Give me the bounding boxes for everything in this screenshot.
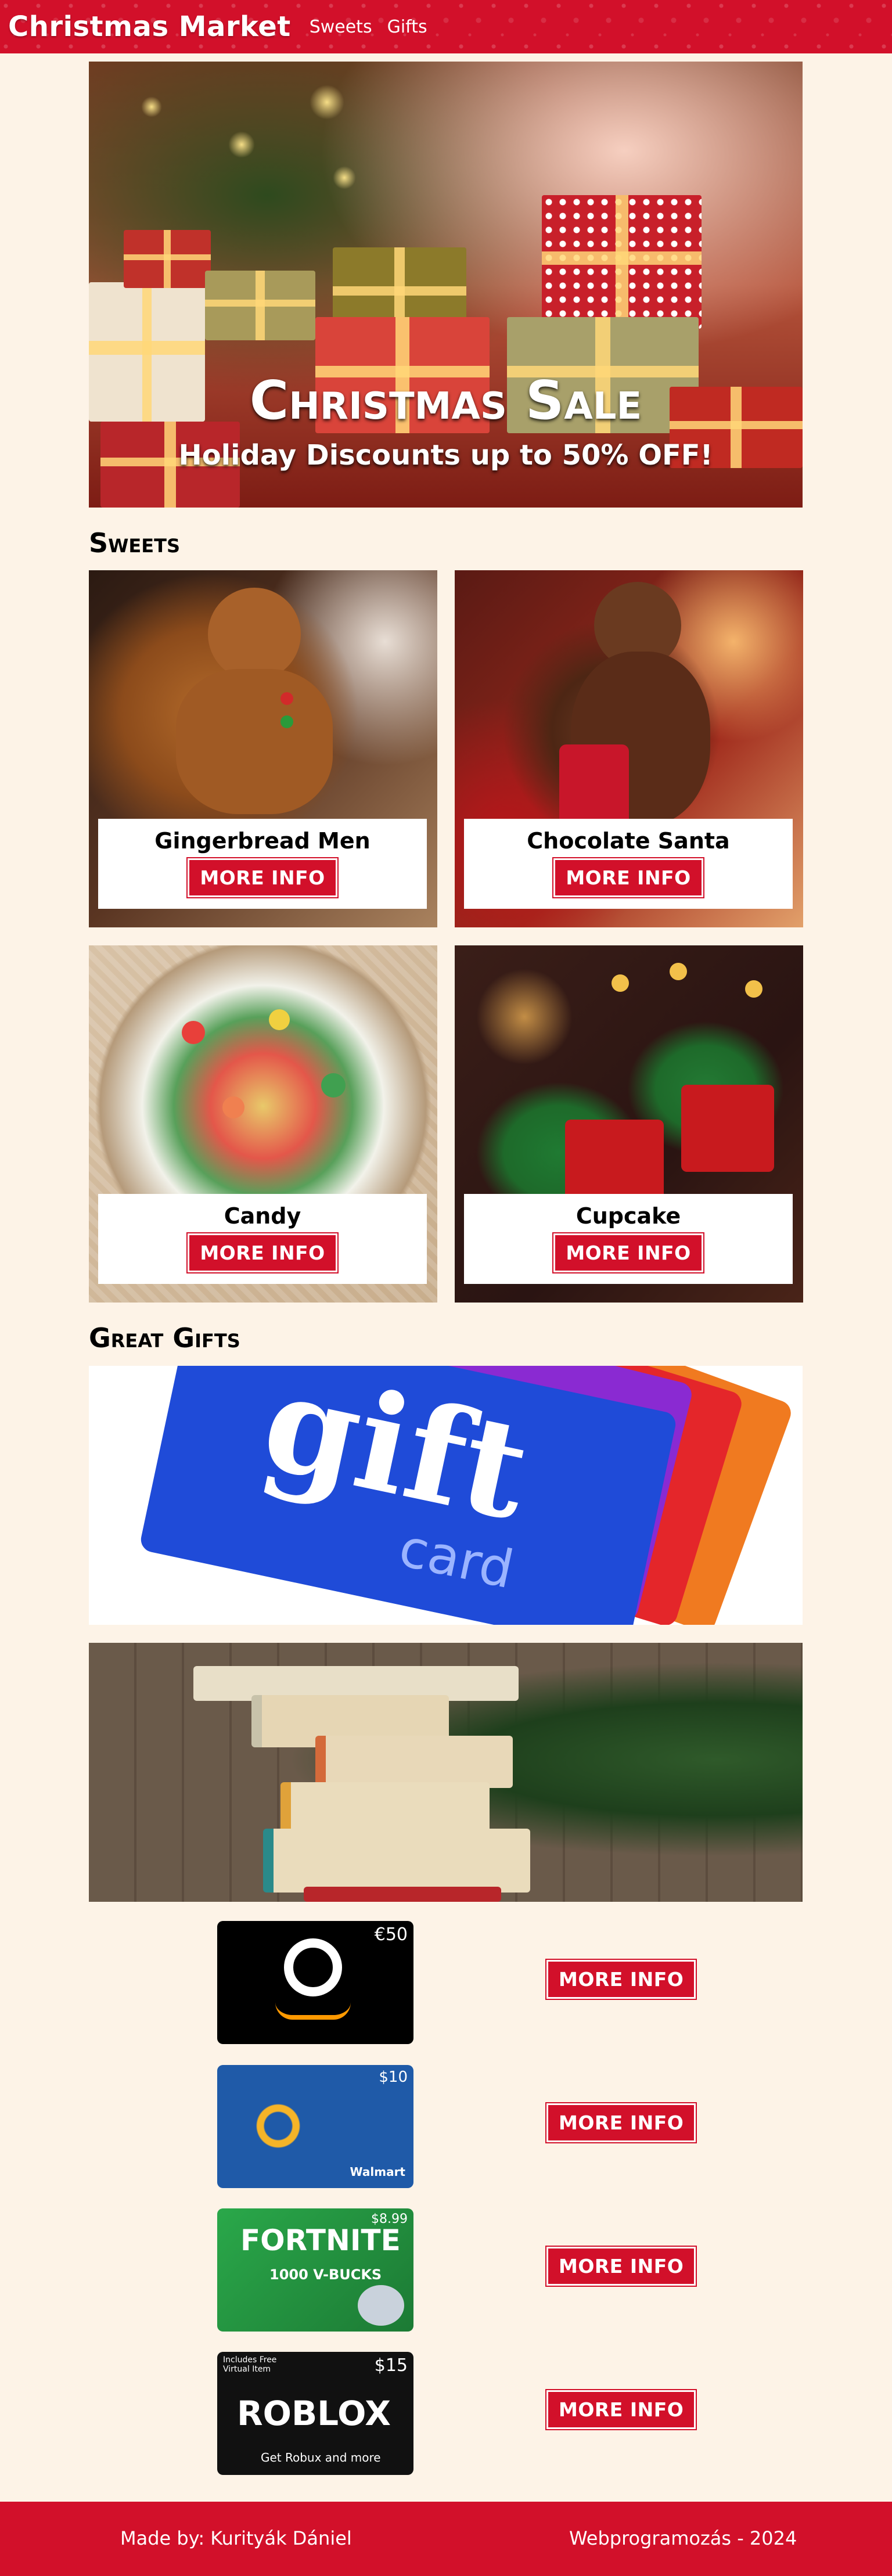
card-price: $10 [379, 2068, 408, 2086]
nav-link-gifts[interactable]: Gifts [387, 17, 427, 37]
star-topper [745, 980, 762, 998]
main-nav: Sweets Gifts [310, 17, 427, 37]
fortnite-gift-card[interactable]: $8.99 FORTNITE 1000 V-BUCKS [217, 2208, 413, 2332]
sweet-card-panel: Candy MORE INFO [98, 1194, 427, 1284]
footer-author: Made by: Kurityák Dániel [120, 2527, 352, 2549]
candy-button [280, 692, 293, 705]
gift-box [542, 195, 702, 329]
light-glow [310, 85, 344, 120]
vbucks-coins-icon [358, 2285, 404, 2326]
more-info-button[interactable]: MORE INFO [552, 1232, 704, 1273]
gifts-heading: Great Gifts [89, 1322, 240, 1354]
fortnite-vbucks: 1000 V-BUCKS [269, 2266, 382, 2283]
roblox-logo: ROBLOX [237, 2394, 391, 2433]
more-info-button[interactable]: MORE INFO [545, 1959, 697, 2000]
sweet-card-panel: Cupcake MORE INFO [464, 1194, 793, 1284]
amazon-smile-icon [275, 2002, 351, 2020]
more-info-button[interactable]: MORE INFO [186, 857, 339, 898]
light-glow [333, 166, 356, 189]
site-logo[interactable]: Christmas Market [8, 10, 291, 43]
more-info-button[interactable]: MORE INFO [186, 1232, 339, 1273]
book [304, 1887, 501, 1902]
footer-course: Webprogramozás - 2024 [569, 2527, 797, 2549]
book [263, 1829, 530, 1893]
sweet-card-chocolate-santa: Chocolate Santa MORE INFO [455, 570, 803, 927]
sweet-name: Candy [224, 1203, 301, 1229]
candy-piece [321, 1073, 346, 1098]
sweets-heading: Sweets [89, 527, 181, 559]
roblox-tagline: Get Robux and more [261, 2451, 381, 2465]
sweet-card-cupcake: Cupcake MORE INFO [455, 945, 803, 1303]
roblox-gift-card[interactable]: $15 Includes Free Virtual Item ROBLOX Ge… [217, 2352, 413, 2475]
book [280, 1782, 490, 1834]
fortnite-logo: FORTNITE [240, 2224, 401, 2257]
gift-card-blue: gift card [138, 1366, 678, 1625]
gift-card-big-text: gift [251, 1366, 541, 1551]
sweet-card-panel: Chocolate Santa MORE INFO [464, 819, 793, 909]
book [315, 1736, 513, 1788]
books-banner [89, 1643, 803, 1902]
more-info-button[interactable]: MORE INFO [545, 2246, 697, 2287]
gingerbread-body [176, 669, 333, 814]
amazon-a-icon [284, 1938, 342, 1996]
site-footer: Made by: Kurityák Dániel Webprogramozás … [0, 2502, 892, 2576]
card-price: €50 [374, 1924, 408, 1945]
more-info-button[interactable]: MORE INFO [545, 2102, 697, 2143]
sweet-name: Chocolate Santa [527, 828, 730, 854]
hero-banner: Christmas Sale Holiday Discounts up to 5… [89, 62, 803, 508]
cupcake-liner [681, 1085, 774, 1172]
more-info-button[interactable]: MORE INFO [545, 2389, 697, 2430]
gingerbread-head [208, 588, 301, 681]
sweet-card-candy: Candy MORE INFO [89, 945, 437, 1303]
red-foil [559, 744, 629, 826]
star-topper [670, 963, 687, 980]
sweet-card-panel: Gingerbread Men MORE INFO [98, 819, 427, 909]
card-price: $15 [374, 2355, 408, 2376]
star-topper [612, 974, 629, 992]
gift-card-banner: gift card [89, 1366, 803, 1625]
site-header: Christmas Market Sweets Gifts [0, 0, 892, 53]
walmart-spark-icon [235, 2082, 322, 2170]
candy-piece [182, 1021, 205, 1044]
roblox-note: Includes Free Virtual Item [223, 2355, 277, 2374]
candy-button [280, 715, 293, 728]
hero-subtitle: Holiday Discounts up to 50% OFF! [178, 439, 713, 472]
light-glow [141, 96, 162, 117]
walmart-label: Walmart [350, 2165, 405, 2179]
sweet-name: Cupcake [576, 1203, 681, 1229]
gift-box [205, 271, 315, 340]
gift-box [124, 230, 211, 288]
hero-title: Christmas Sale [249, 369, 642, 431]
sweet-card-gingerbread: Gingerbread Men MORE INFO [89, 570, 437, 927]
light-glow [228, 131, 255, 158]
more-info-button[interactable]: MORE INFO [552, 857, 704, 898]
walmart-gift-card[interactable]: $10 Walmart [217, 2065, 413, 2188]
sweet-name: Gingerbread Men [154, 828, 371, 854]
amazon-gift-card[interactable]: €50 [217, 1921, 413, 2044]
nav-link-sweets[interactable]: Sweets [310, 17, 372, 37]
candy-piece [269, 1009, 290, 1030]
candy-piece [222, 1096, 244, 1118]
